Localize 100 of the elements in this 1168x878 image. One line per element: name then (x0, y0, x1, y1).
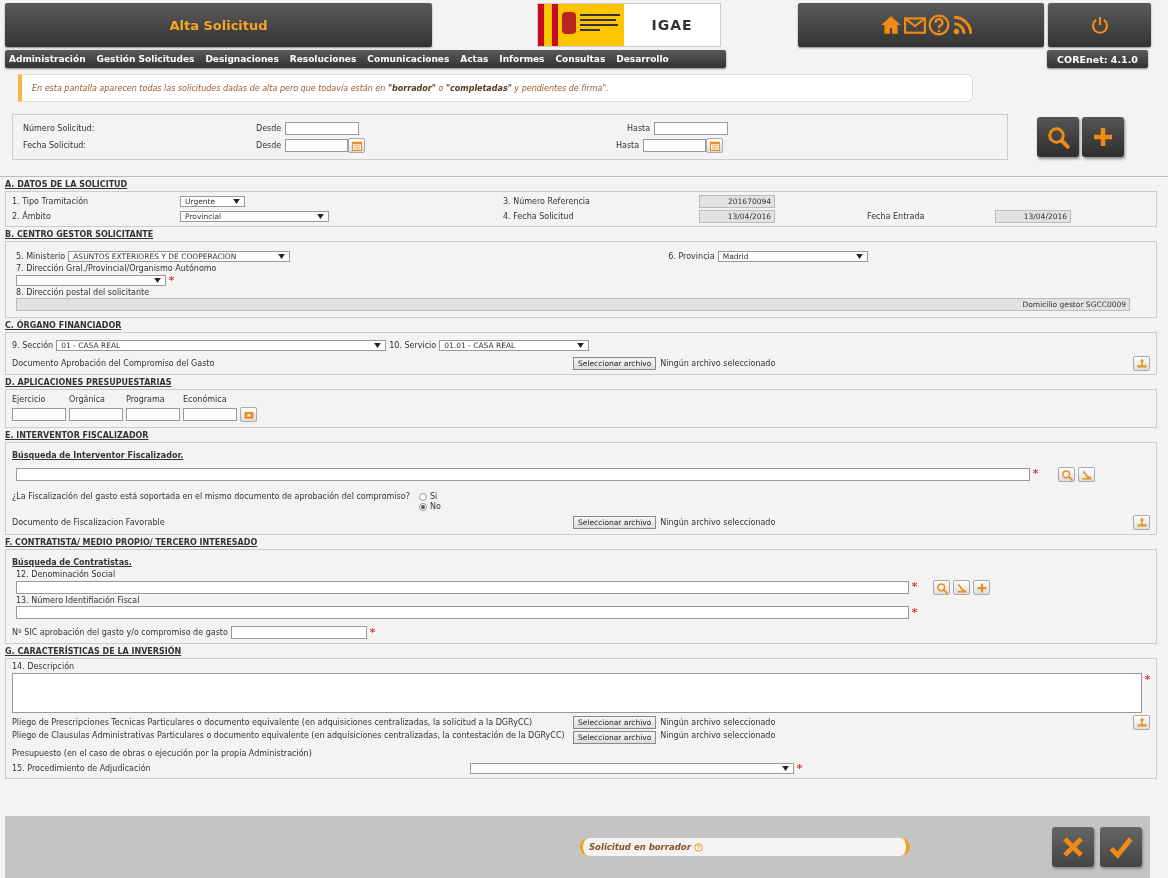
page-title: Alta Solicitud (5, 3, 432, 47)
plus-icon[interactable] (1091, 125, 1115, 149)
field-label: Desde (256, 123, 283, 133)
field-label: 9. Sección (12, 341, 54, 350)
field-label: Hasta (627, 123, 652, 133)
caret-icon (317, 214, 324, 219)
search-button[interactable] (1037, 117, 1079, 157)
from-field[interactable] (285, 121, 359, 135)
input-field[interactable] (12, 408, 66, 421)
field-label: Hasta (616, 141, 641, 150)
field-label: 8. Dirección postal del solicitante (16, 288, 151, 297)
help-icon[interactable] (928, 14, 950, 36)
field-label: Desde (256, 141, 283, 150)
input-field[interactable] (16, 606, 909, 619)
field-label: Documento Aprobación del Compromiso del Gasto (12, 358, 216, 368)
field-label: 2. Ámbito (12, 212, 52, 221)
input-field[interactable] (126, 408, 180, 421)
select-field[interactable] (470, 763, 794, 774)
section-title: G. CARACTERÍSTICAS DE LA INVERSIÓN (5, 647, 182, 656)
subsection-title: Búsqueda de Interventor Fiscalizador. (12, 451, 184, 460)
section-title: F. CONTRATISTA/ MEDIO PROPIO/ TERCERO INTERESADO (5, 538, 258, 547)
field-label: Fecha Entrada (867, 212, 926, 221)
select-field[interactable] (16, 275, 166, 286)
field-label: 15. Procedimiento de Adjudicación (12, 764, 152, 773)
field-label: Económica (183, 395, 228, 404)
confirm-button[interactable] (1100, 827, 1142, 867)
power-button[interactable] (1048, 3, 1151, 47)
from-field[interactable] (285, 139, 348, 152)
section-title: E. INTERVENTOR FISCALIZADOR (5, 431, 149, 440)
menu-item[interactable]: Comunicaciones (364, 54, 453, 64)
field-label: ¿La Fiscalización del gasto está soportada en el mismo documento de aprobación del compromiso? (12, 492, 410, 501)
input-field[interactable] (16, 581, 909, 594)
file-status: Ningún archivo seleccionado (660, 717, 776, 727)
to-field[interactable] (643, 139, 706, 152)
menu-item[interactable]: Resoluciones (286, 54, 360, 64)
input-field[interactable] (69, 408, 123, 421)
radio-button[interactable] (418, 502, 427, 511)
cancel-button[interactable] (1052, 827, 1094, 867)
file-status: Ningún archivo seleccionado (660, 358, 776, 368)
field-label: 13. Número Identifiación Fiscal (16, 596, 141, 605)
field-label: Ejercicio (12, 395, 47, 404)
input-field[interactable] (16, 468, 1030, 481)
section-title: C. ÓRGANO FINANCIADOR (5, 321, 122, 330)
field-label: 1. Tipo Tramitación (12, 197, 90, 206)
notice-text: En esta pantalla aparecen todas las solicitudes dadas de alta pero que todavía están en "borrador" o "completadas" y pendientes de firma". (32, 83, 609, 93)
status-text: Solicitud en borrador (589, 842, 691, 852)
home-icon[interactable] (880, 14, 902, 36)
field-label: 3. Número Referencia (503, 197, 591, 206)
section-title: D. APLICACIONES PRESUPUESTARIAS (5, 378, 172, 387)
field-label: 6. Provincia (668, 252, 715, 261)
caret-icon (577, 343, 585, 348)
menu-item[interactable]: Consultas (552, 54, 609, 64)
field-label: No (429, 502, 441, 511)
to-field[interactable] (654, 121, 728, 135)
caret-icon (374, 343, 382, 348)
mail-icon[interactable] (904, 14, 926, 36)
version-label: COREnet: 4.1.0 (1047, 50, 1148, 68)
menu-item[interactable]: Actas (457, 54, 492, 64)
caret-icon (855, 254, 863, 259)
search-icon[interactable] (1046, 125, 1070, 149)
field-label: Si (429, 492, 438, 501)
menu-item[interactable]: Designaciones (202, 54, 282, 64)
help-icon[interactable] (693, 842, 703, 852)
logo-text: IGAE (651, 17, 693, 33)
menu-item[interactable]: Desarrollo (613, 54, 672, 64)
menu-item[interactable]: Administración (6, 54, 89, 64)
radio-button[interactable] (418, 492, 427, 501)
field-label: Programa (126, 395, 166, 404)
field-label: Nº SIC aprobación del gasto y/o compromiso de gasto (12, 628, 228, 637)
caret-icon (278, 254, 286, 259)
field-label: 5. Ministerio (16, 252, 66, 261)
field-label: Pliego de Clausulas Administrativas Particulares o documento equivalente (en adquisiciones centralizadas, la contestación de la DGRyCC) (12, 731, 566, 741)
input-field[interactable] (230, 626, 367, 639)
field-label: 14. Descripción (12, 662, 76, 671)
text-area[interactable] (12, 673, 1142, 713)
subsection-title: Búsqueda de Contratistas. (12, 558, 132, 567)
add-button[interactable] (1082, 117, 1124, 157)
menu-item[interactable]: Informes (496, 54, 548, 64)
power-icon[interactable] (1089, 15, 1110, 35)
file-status: Ningún archivo seleccionado (660, 731, 776, 740)
field-label: 12. Denominación Social (16, 570, 117, 579)
field-label: 10. Servicio (389, 341, 437, 350)
file-status: Ningún archivo seleccionado (660, 517, 776, 527)
close-icon[interactable] (1060, 834, 1086, 860)
caret-icon (233, 199, 240, 204)
menu-item[interactable]: Gestión Solicitudes (93, 54, 198, 64)
field-label: Pliego de Prescripciones Tecnicas Particulares o documento equivalente (en adquisiciones centralizadas, la solicitud a la DGRyCC) (12, 717, 534, 727)
input-field[interactable] (183, 408, 237, 421)
field-label: Fecha Solicitud: (23, 141, 88, 150)
rss-icon[interactable] (952, 14, 974, 36)
section-title: B. CENTRO GESTOR SOLICITANTE (5, 230, 154, 239)
section-title: A. DATOS DE LA SOLICITUD (5, 180, 128, 189)
field-label: Orgánica (69, 395, 107, 404)
field-label: 4. Fecha Solicitud (503, 212, 575, 221)
field-label: Documento de Fiscalizacion Favorable (12, 517, 166, 527)
field-label: Número Solicitud: (23, 123, 96, 133)
field-label: 7. Dirección Gral./Provincial/Organismo Autónomo (16, 264, 218, 273)
caret-icon (154, 278, 161, 283)
caret-icon (782, 766, 789, 771)
field-label: Presupuesto (en el caso de obras o ejecución por la propia Administración) (12, 748, 313, 758)
